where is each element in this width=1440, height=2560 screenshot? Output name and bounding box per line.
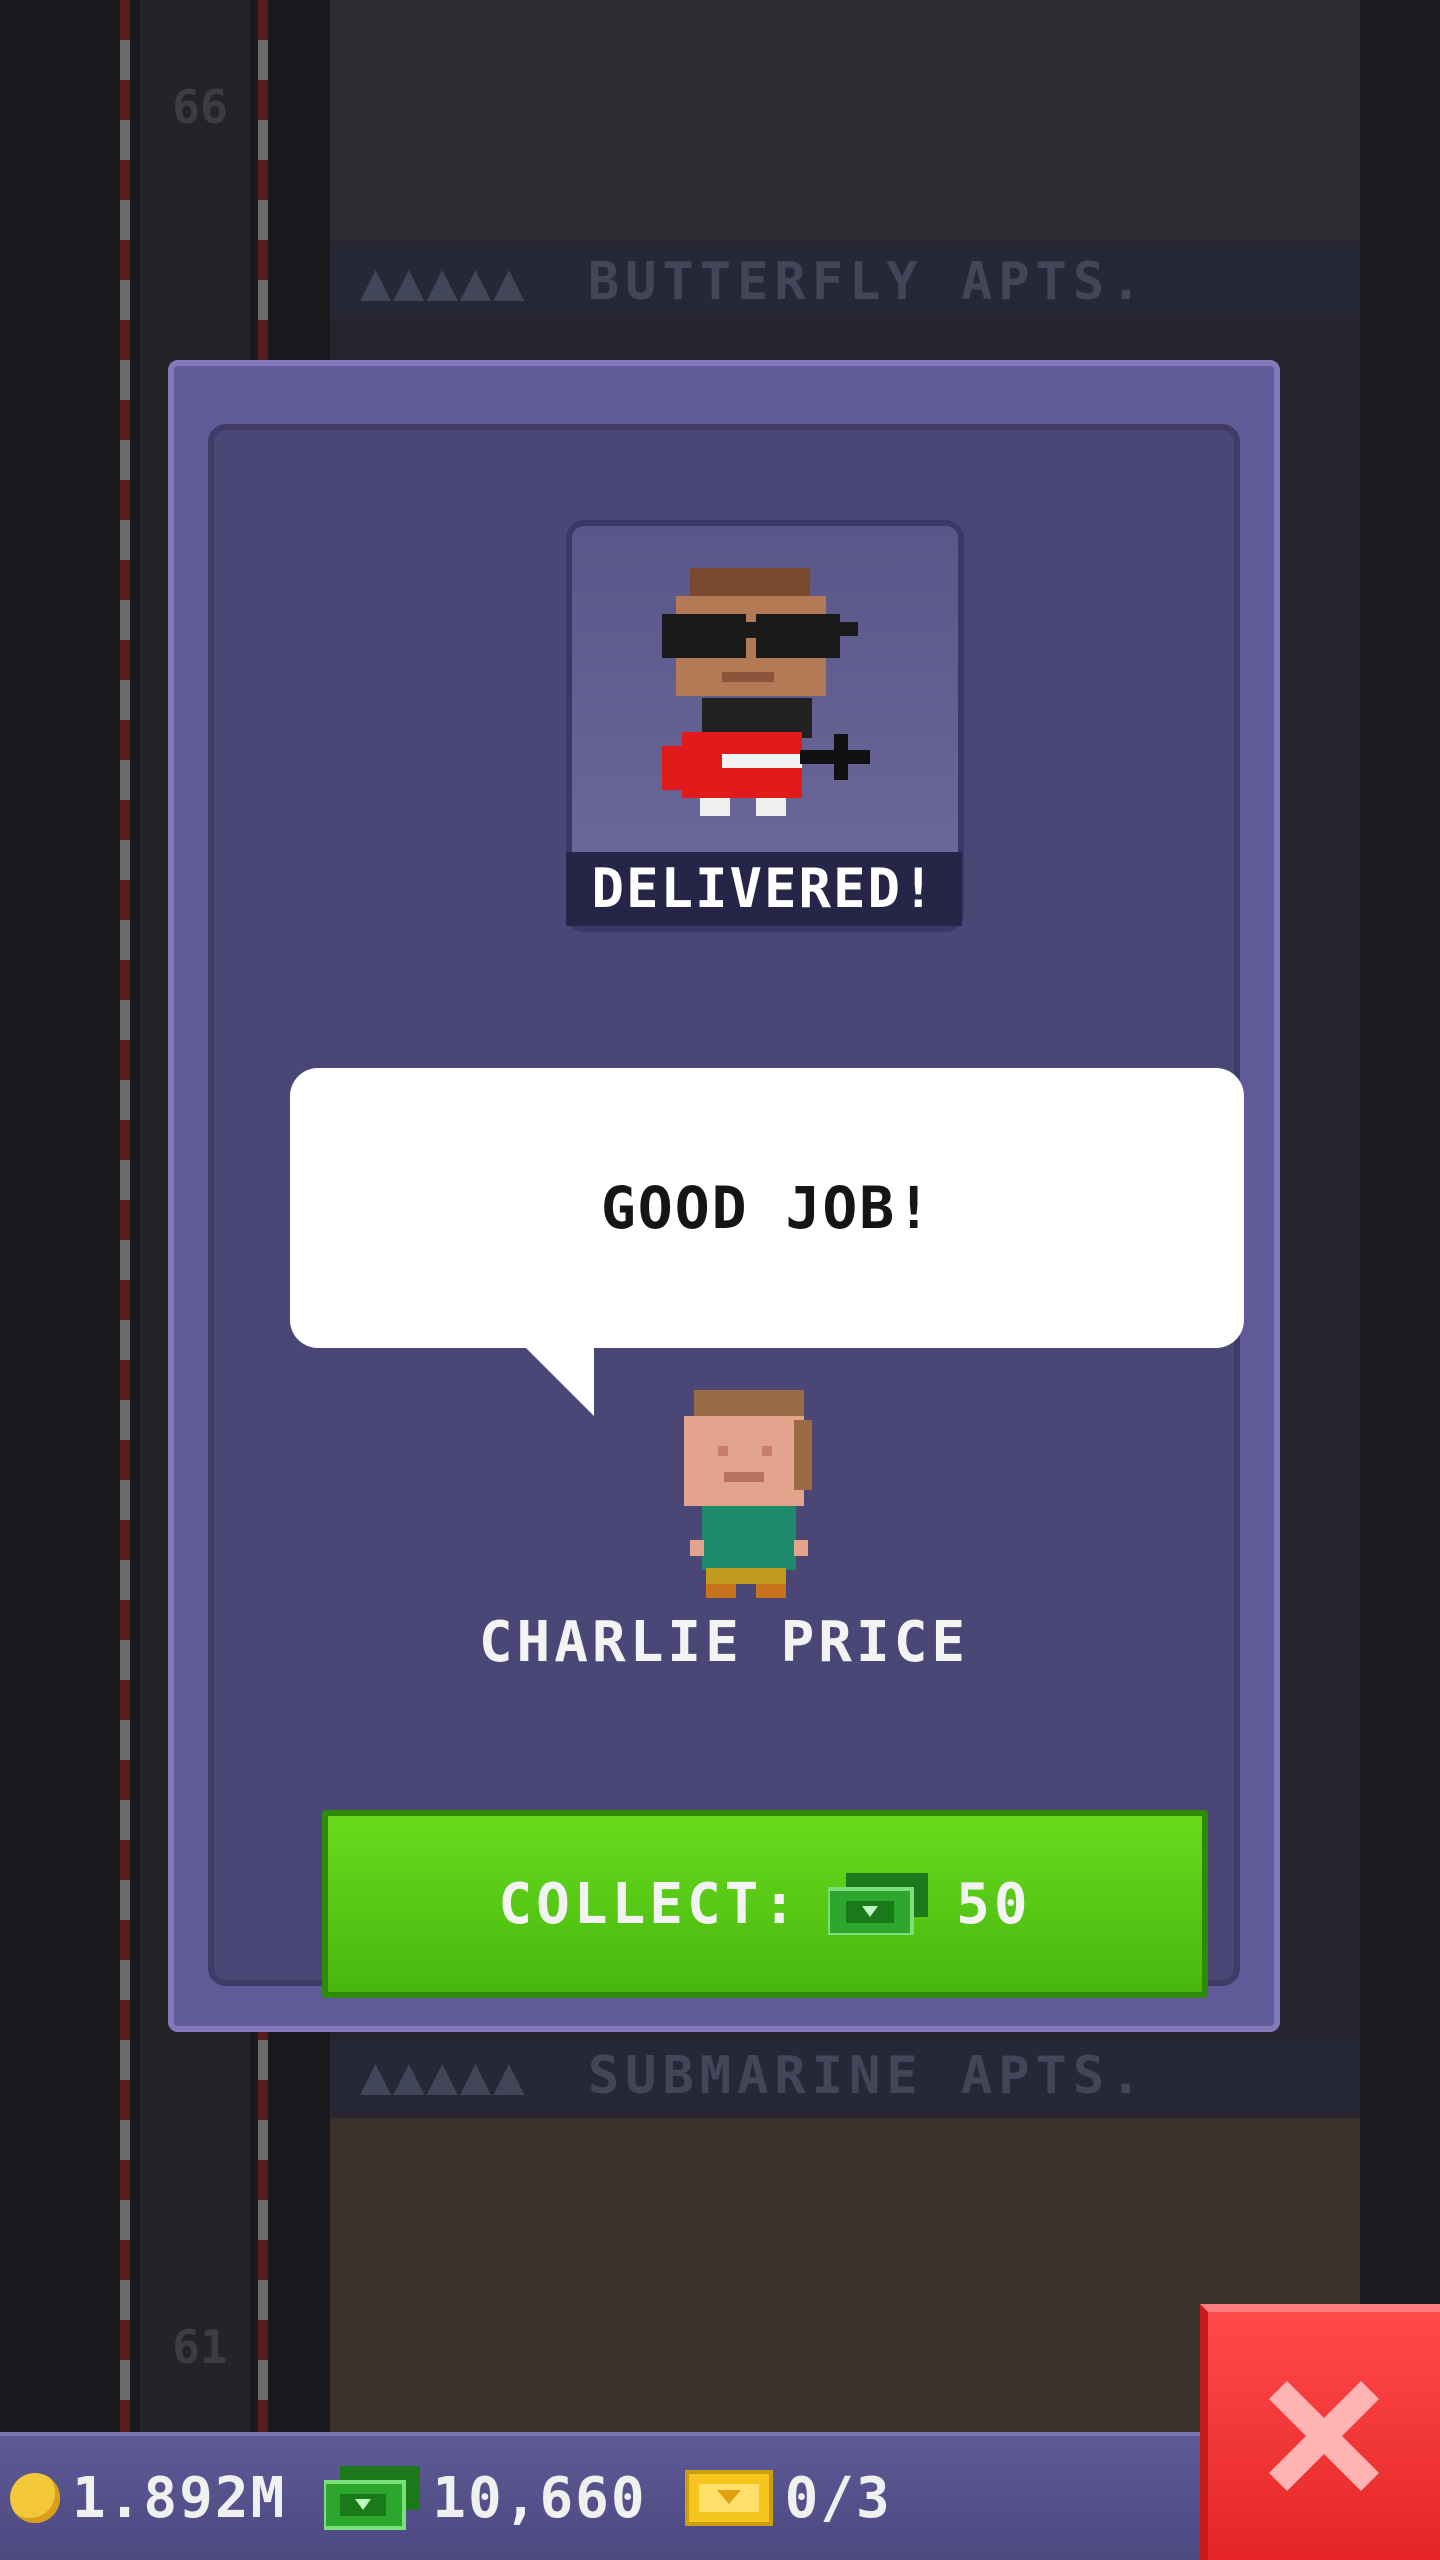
speech-text: GOOD JOB! xyxy=(600,1174,934,1242)
ticket-icon xyxy=(684,2470,773,2526)
floor-number-top: 66 xyxy=(172,80,228,134)
collect-button[interactable]: COLLECT: 50 xyxy=(322,1810,1208,1998)
floor-label-top: ▲▲▲▲▲ BUTTERFLY APTS. xyxy=(330,246,1360,318)
character-name: CHARLIE PRICE xyxy=(478,1610,970,1675)
modal-panel: DELIVERED! GOOD JOB! CHARLIE PRICE COLLE… xyxy=(208,424,1244,1998)
ticket-count: 0/3 xyxy=(784,2465,892,2531)
floor-top-room xyxy=(330,0,1360,240)
delivery-modal: DELIVERED! GOOD JOB! CHARLIE PRICE COLLE… xyxy=(168,360,1280,2032)
close-icon xyxy=(1269,2381,1379,2491)
delivered-banner: DELIVERED! xyxy=(566,852,962,926)
speech-bubble: GOOD JOB! xyxy=(290,1068,1244,1348)
floor-number-bottom: 61 xyxy=(172,2320,228,2374)
close-button[interactable] xyxy=(1200,2304,1440,2560)
resident-sprite xyxy=(684,1390,812,1598)
bux-icon xyxy=(322,2466,421,2530)
speech-bubble-tail xyxy=(524,1346,594,1416)
coin-count: 1.892M xyxy=(72,2465,287,2531)
floor-label-bottom: ▲▲▲▲▲ SUBMARINE APTS. xyxy=(330,2040,1360,2112)
floor-pips: ▲▲▲▲▲ xyxy=(360,2046,527,2106)
coin-icon xyxy=(10,2473,60,2523)
floor-pips: ▲▲▲▲▲ xyxy=(360,252,527,312)
floor-name: BUTTERFLY APTS. xyxy=(587,252,1148,312)
collect-label: COLLECT: xyxy=(498,1871,801,1937)
building-wall xyxy=(1360,0,1440,2560)
bellhop-sprite xyxy=(662,568,870,816)
shaft-rail-left xyxy=(120,0,130,2560)
bux-icon xyxy=(826,1873,929,1937)
collect-amount: 50 xyxy=(956,1871,1032,1937)
bux-count: 10,660 xyxy=(432,2465,647,2531)
floor-name: SUBMARINE APTS. xyxy=(587,2046,1148,2106)
currency-bar: 1.892M 10,660 0/3 xyxy=(0,2432,1210,2560)
